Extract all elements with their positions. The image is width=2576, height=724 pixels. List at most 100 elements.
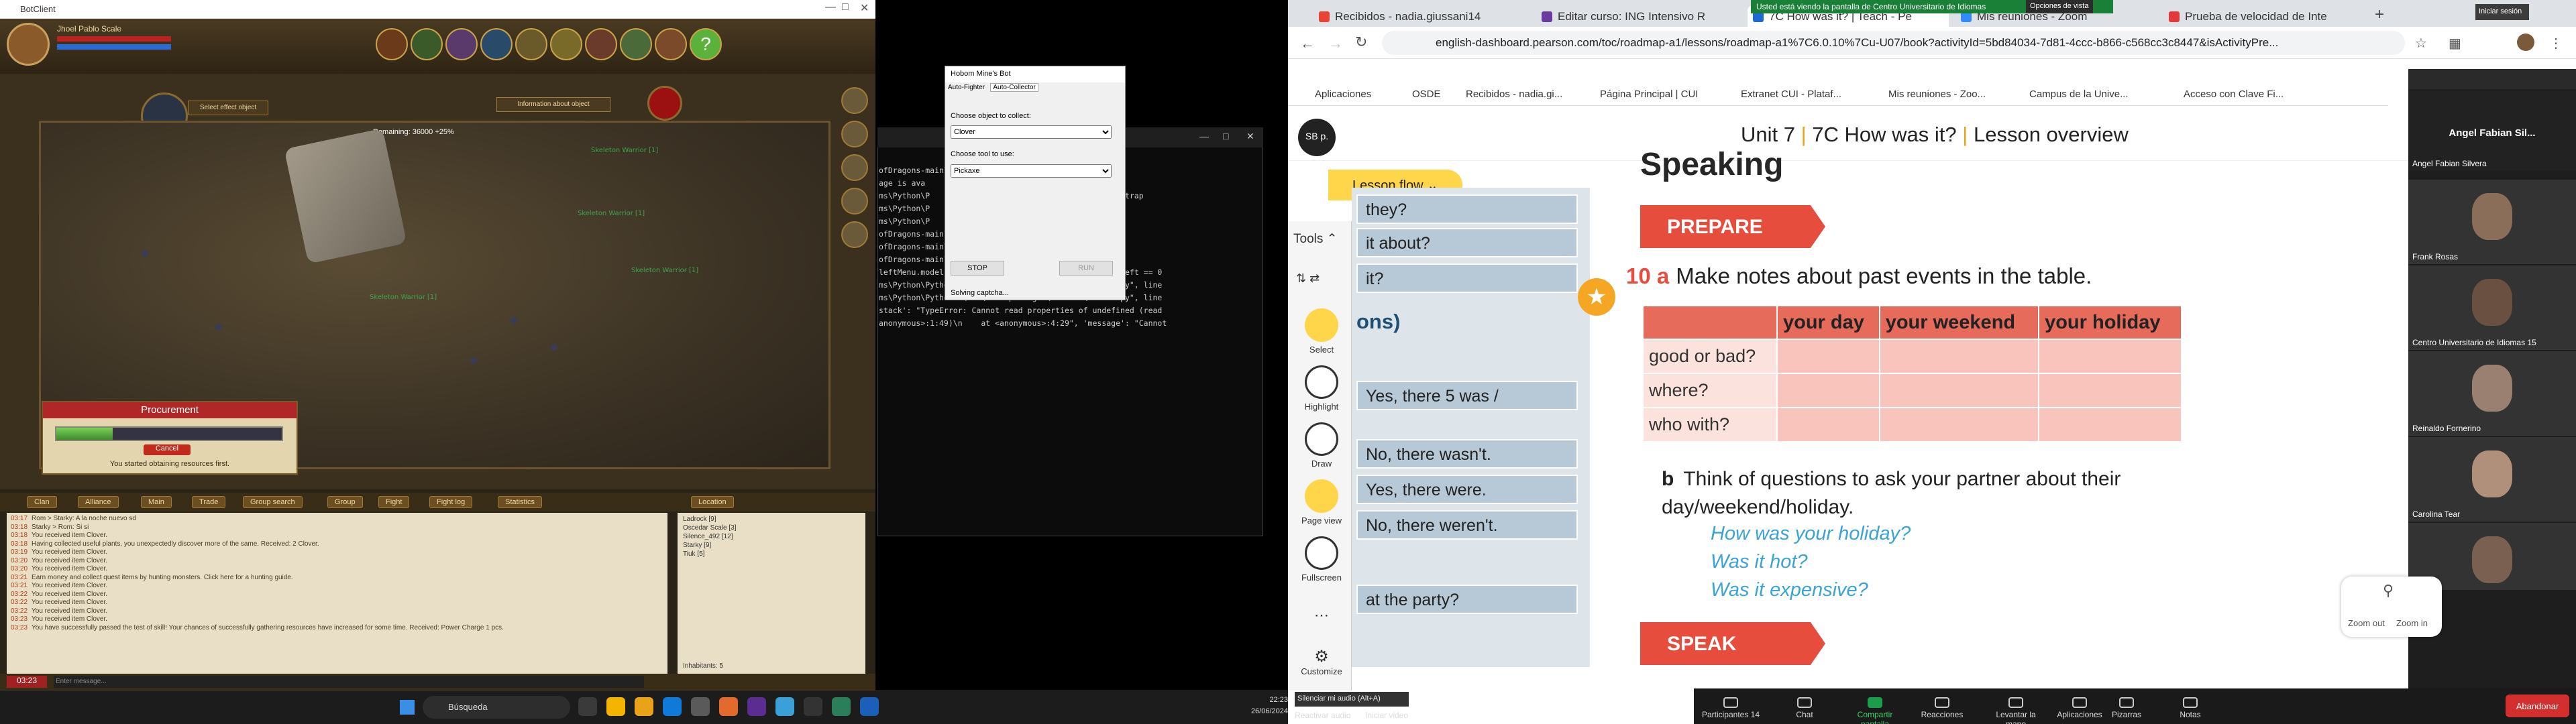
skill-slot-icon[interactable] (445, 28, 478, 60)
raise-hand-button[interactable]: Levantar la mano (1986, 697, 2046, 724)
participant-tile[interactable]: Carolina Tear (2408, 437, 2576, 522)
whiteboards-button[interactable]: Pizarras (2096, 697, 2157, 719)
app-icon[interactable] (747, 697, 766, 716)
unmute-button[interactable]: Reactivar audio (1295, 711, 1350, 720)
skill-slot-icon[interactable] (585, 28, 617, 60)
taskbar-search[interactable]: Búsqueda (423, 696, 570, 719)
close-icon[interactable]: ✕ (860, 1, 869, 15)
menu-icon[interactable] (841, 188, 868, 215)
swap-icon[interactable]: ⇅ ⇄ (1296, 272, 1320, 286)
collect-select[interactable]: Clover (951, 125, 1112, 139)
monster-icon[interactable] (551, 344, 557, 351)
bookmark-item[interactable]: Mis reuniones - Zoo... (1888, 88, 1986, 100)
menu-icon[interactable]: ⋮ (2549, 35, 2563, 52)
chat-tab[interactable]: Alliance (78, 496, 119, 508)
skill-slot-icon[interactable] (480, 28, 513, 60)
vscode-icon[interactable] (775, 697, 794, 716)
chat-button[interactable]: Chat (1774, 697, 1835, 719)
zoom-in-button[interactable]: Zoom in (2396, 618, 2428, 628)
bookmark-star-icon[interactable]: ☆ (2415, 35, 2427, 52)
minimize-icon[interactable]: — (825, 1, 836, 13)
reload-icon[interactable]: ↻ (1355, 34, 1367, 51)
student-book-icon[interactable]: SB p. (1298, 119, 1336, 156)
star-icon[interactable]: ★ (1578, 278, 1615, 316)
enemy-label[interactable]: Skeleton Warrior [1] (631, 267, 698, 274)
chat-tab[interactable]: Group (327, 496, 363, 508)
chat-tab[interactable]: Fight log (429, 496, 473, 508)
location-player[interactable]: Silence_492 [12] (683, 533, 860, 540)
end-meeting-button[interactable]: Abandonar (2506, 695, 2569, 717)
browser-tab[interactable]: Recibidos - nadia.giussani14 (1313, 5, 1515, 27)
skill-slot-icon[interactable] (620, 28, 652, 60)
chat-tab[interactable]: Main (141, 496, 172, 508)
enemy-label[interactable]: Skeleton Warrior [1] (370, 294, 437, 301)
table-cell[interactable] (1776, 339, 1880, 374)
tab-auto-collector[interactable]: Auto-Collector (990, 83, 1038, 92)
table-cell[interactable] (1878, 373, 2040, 408)
menu-icon[interactable] (841, 121, 868, 147)
bookmark-item[interactable]: Aplicaciones (1315, 88, 1371, 100)
bookmark-item[interactable]: OSDE (1412, 88, 1441, 100)
table-cell[interactable] (1776, 407, 1880, 442)
app-icon[interactable] (691, 697, 710, 716)
browser-tab[interactable]: Prueba de velocidad de Inte (2163, 5, 2365, 27)
chat-tab[interactable]: Fight (378, 496, 410, 508)
skill-slot-icon[interactable] (376, 28, 408, 60)
skill-slot-icon[interactable] (655, 28, 687, 60)
cancel-button[interactable]: Cancel (144, 444, 191, 455)
chat-tab[interactable]: Location (691, 496, 734, 508)
forward-icon[interactable]: → (1328, 35, 1343, 52)
monster-icon[interactable] (215, 324, 222, 330)
chat-tab[interactable]: Trade (192, 496, 226, 508)
player-avatar[interactable] (7, 23, 50, 66)
explorer-icon[interactable] (635, 697, 653, 716)
skill-slot-icon[interactable] (515, 28, 547, 60)
edge-icon[interactable] (663, 697, 682, 716)
page-view-tool[interactable]: Page view (1288, 479, 1355, 526)
table-cell[interactable] (2038, 373, 2182, 408)
table-cell[interactable] (2038, 407, 2182, 442)
extensions-icon[interactable]: ▦ (2449, 35, 2461, 52)
reactions-button[interactable]: Reacciones (1912, 697, 1972, 719)
task-view-icon[interactable] (578, 697, 597, 716)
draw-tool[interactable]: Draw (1288, 422, 1355, 469)
bookmark-item[interactable]: Extranet CUI - Plataf... (1741, 88, 1841, 100)
enemy-label[interactable]: Skeleton Warrior [1] (591, 147, 658, 154)
chat-tab[interactable]: Clan (27, 496, 57, 508)
profile-avatar[interactable] (2517, 34, 2534, 51)
table-cell[interactable] (1878, 339, 2040, 374)
notes-button[interactable]: Notas (2160, 697, 2220, 719)
close-icon[interactable]: ✕ (1246, 131, 1254, 142)
minimize-icon[interactable]: — (1199, 131, 1209, 141)
menu-icon[interactable] (841, 154, 868, 181)
start-video-button[interactable]: Iniciar video (1365, 711, 1408, 720)
participant-tile[interactable]: Frank Rosas (2408, 180, 2576, 264)
participant-tile[interactable]: Reinaldo Fornerino (2408, 351, 2576, 436)
chat-tab[interactable]: Statistics (498, 496, 543, 508)
brave-icon[interactable] (719, 697, 738, 716)
back-icon[interactable]: ← (1300, 35, 1315, 52)
maximize-icon[interactable]: □ (1223, 131, 1228, 141)
menu-icon[interactable] (841, 87, 868, 114)
monster-icon[interactable] (511, 317, 517, 324)
chat-input[interactable]: Enter message... (54, 676, 644, 688)
bookmark-item[interactable]: Recibidos - nadia.gi... (1466, 88, 1562, 100)
tool-select[interactable]: Pickaxe (951, 164, 1112, 178)
zoom-icon[interactable] (860, 697, 879, 716)
browser-tab[interactable]: Editar curso: ING Intensivo R (1536, 5, 1737, 27)
address-bar[interactable]: english-dashboard.pearson.com/toc/roadma… (1382, 31, 2405, 55)
highlight-tool[interactable]: Highlight (1288, 365, 1355, 412)
location-player[interactable]: Starky [9] (683, 542, 860, 549)
system-tray[interactable]: 22:23 26/06/2024 (1208, 695, 1288, 721)
fullscreen-tool[interactable]: Fullscreen (1288, 536, 1355, 583)
participant-tile[interactable]: Angel Fabian Sil... Angel Fabian Silvera (2408, 90, 2576, 171)
more-icon[interactable]: ⋯ (1288, 607, 1355, 624)
select-tool[interactable]: Select (1288, 308, 1355, 355)
maximize-icon[interactable]: □ (842, 1, 849, 13)
stop-button[interactable]: STOP (951, 261, 1004, 276)
participants-button[interactable]: Participantes 14 (1701, 697, 1761, 719)
bookmark-item[interactable]: Acceso con Clave Fi... (2184, 88, 2284, 100)
view-options-button[interactable]: Opciones de vista (2026, 0, 2093, 13)
zoom-out-button[interactable]: Zoom out (2348, 618, 2385, 628)
skill-slot-icon[interactable] (411, 28, 443, 60)
